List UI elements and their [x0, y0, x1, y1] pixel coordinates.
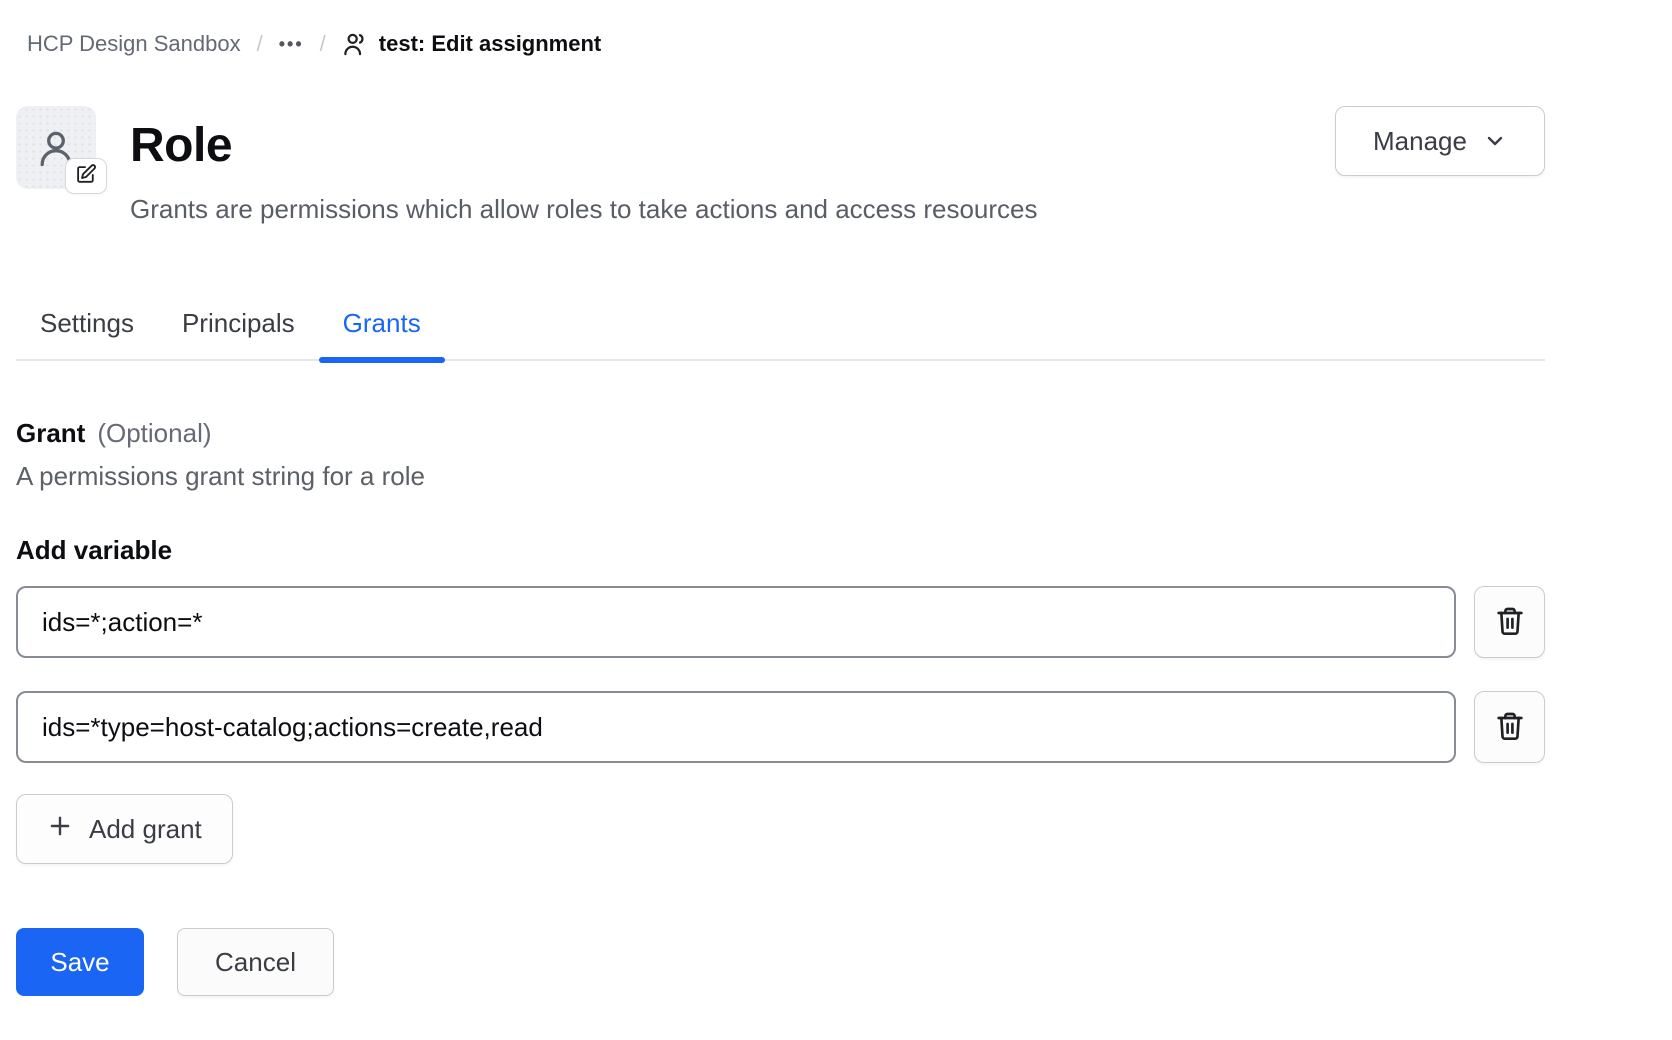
breadcrumb-separator: / [257, 31, 263, 57]
page-subtitle: Grants are permissions which allow roles… [130, 194, 1038, 224]
grant-row [16, 691, 1545, 763]
breadcrumb-current-label: test: Edit assignment [379, 31, 601, 57]
breadcrumb-ellipsis-button[interactable]: ••• [279, 30, 304, 58]
page: HCP Design Sandbox / ••• / test: Edit as… [16, 30, 1545, 996]
grant-label: Grant [16, 418, 85, 449]
delete-grant-1-button[interactable] [1474, 586, 1545, 658]
grant-optional-label: (Optional) [97, 418, 211, 449]
grant-label-row: Grant (Optional) [16, 418, 1545, 449]
save-button[interactable]: Save [16, 928, 144, 996]
breadcrumb-root-link[interactable]: HCP Design Sandbox [27, 31, 241, 57]
manage-button-label: Manage [1373, 126, 1467, 157]
tab-principals[interactable]: Principals [158, 287, 319, 359]
page-header: Role Grants are permissions which allow … [16, 106, 1545, 224]
add-variable-label: Add variable [16, 535, 1545, 566]
cancel-button[interactable]: Cancel [177, 928, 334, 996]
breadcrumb-current: test: Edit assignment [342, 31, 601, 58]
grant-help-text: A permissions grant string for a role [16, 461, 1545, 492]
role-avatar-wrap [16, 106, 96, 189]
edit-pencil-icon [75, 163, 97, 190]
plus-icon [47, 813, 73, 846]
add-grant-button-label: Add grant [89, 814, 202, 845]
grant-input-1[interactable] [16, 586, 1456, 658]
edit-avatar-button[interactable] [65, 158, 107, 194]
grant-input-2[interactable] [16, 691, 1456, 763]
tab-bar: Settings Principals Grants [16, 287, 1545, 361]
delete-grant-2-button[interactable] [1474, 691, 1545, 763]
chevron-down-icon [1483, 129, 1507, 153]
tab-grants[interactable]: Grants [319, 287, 445, 359]
trash-icon [1494, 710, 1526, 745]
title-column: Role Grants are permissions which allow … [130, 106, 1038, 224]
page-title: Role [130, 106, 1038, 186]
trash-icon [1494, 605, 1526, 640]
grant-row [16, 586, 1545, 658]
add-grant-button[interactable]: Add grant [16, 794, 233, 864]
tab-settings[interactable]: Settings [16, 287, 158, 359]
breadcrumb-separator: / [320, 31, 326, 57]
form-actions: Save Cancel [16, 928, 1545, 996]
breadcrumb: HCP Design Sandbox / ••• / test: Edit as… [27, 30, 1545, 58]
manage-button[interactable]: Manage [1335, 106, 1545, 176]
users-icon [342, 31, 369, 58]
